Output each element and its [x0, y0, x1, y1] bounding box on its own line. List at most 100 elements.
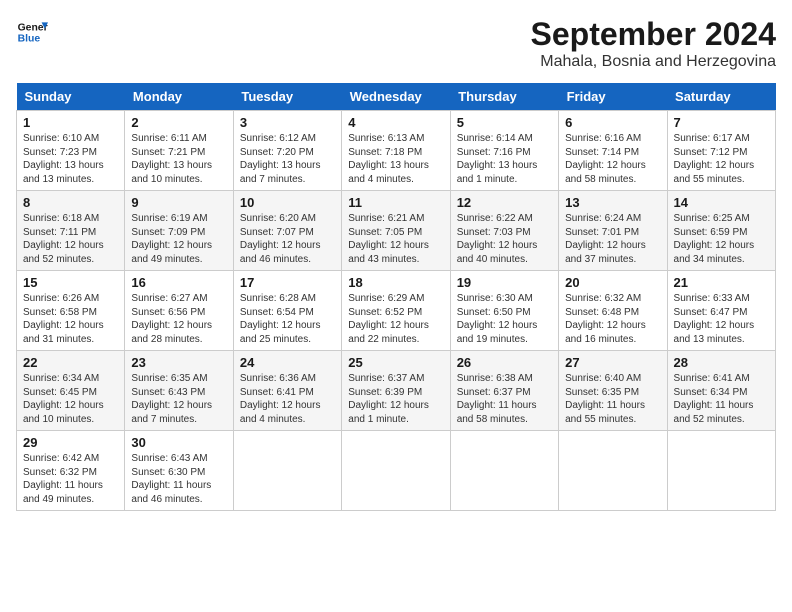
logo: General Blue	[16, 16, 48, 48]
calendar-day-cell: 6 Sunrise: 6:16 AMSunset: 7:14 PMDaylight…	[559, 111, 667, 191]
calendar-day-cell: 16Sunrise: 6:27 AMSunset: 6:56 PMDayligh…	[125, 271, 233, 351]
day-number: 6	[565, 115, 660, 130]
calendar-day-cell: 22 Sunrise: 6:34 AMSunset: 6:45 PMDayligh…	[17, 351, 125, 431]
day-info: Sunrise: 6:38 AMSunset: 6:37 PMDaylight:…	[457, 372, 552, 426]
day-info: Sunrise: 6:17 AMSunset: 7:12 PMDaylight:…	[674, 132, 769, 186]
calendar-day-cell: 17 Sunrise: 6:28 AMSunset: 6:54 PMDayligh…	[233, 271, 341, 351]
day-number: 9	[131, 195, 226, 210]
svg-text:Blue: Blue	[18, 34, 41, 45]
day-info: Sunrise: 6:19 AMSunset: 7:09 PMDaylight:…	[131, 212, 226, 266]
day-number: 11	[348, 195, 443, 210]
day-info: Sunrise: 6:24 AMSunset: 7:01 PMDaylight:…	[565, 212, 660, 266]
day-info: Sunrise: 6:16 AMSunset: 7:14 PMDaylight:…	[565, 132, 660, 186]
calendar-day-cell	[450, 431, 558, 511]
day-info: Sunrise: 6:29 AMSunset: 6:52 PMDaylight:…	[348, 292, 443, 346]
location-title: Mahala, Bosnia and Herzegovina	[531, 53, 776, 71]
day-info: Sunrise: 6:37 AMSunset: 6:39 PMDaylight:…	[348, 372, 443, 426]
calendar-header-cell: Thursday	[450, 83, 558, 111]
day-info: Sunrise: 6:30 AMSunset: 6:50 PMDaylight:…	[457, 292, 552, 346]
day-number: 26	[457, 355, 552, 370]
day-info: Sunrise: 6:40 AMSunset: 6:35 PMDaylight:…	[565, 372, 660, 426]
day-info: Sunrise: 6:42 AMSunset: 6:32 PMDaylight:…	[23, 452, 118, 506]
calendar-day-cell: 19 Sunrise: 6:30 AMSunset: 6:50 PMDayligh…	[450, 271, 558, 351]
calendar-day-cell: 21Sunrise: 6:33 AMSunset: 6:47 PMDayligh…	[667, 271, 775, 351]
calendar-header-cell: Tuesday	[233, 83, 341, 111]
day-info: Sunrise: 6:22 AMSunset: 7:03 PMDaylight:…	[457, 212, 552, 266]
day-number: 13	[565, 195, 660, 210]
calendar-day-cell: 13 Sunrise: 6:24 AMSunset: 7:01 PMDayligh…	[559, 191, 667, 271]
day-number: 10	[240, 195, 335, 210]
logo-icon: General Blue	[16, 16, 48, 48]
calendar-week-row: 29 Sunrise: 6:42 AMSunset: 6:32 PMDayligh…	[17, 431, 776, 511]
day-number: 30	[131, 435, 226, 450]
calendar-week-row: 22 Sunrise: 6:34 AMSunset: 6:45 PMDayligh…	[17, 351, 776, 431]
day-number: 23	[131, 355, 226, 370]
day-info: Sunrise: 6:20 AMSunset: 7:07 PMDaylight:…	[240, 212, 335, 266]
day-number: 5	[457, 115, 552, 130]
calendar-week-row: 8Sunrise: 6:18 AMSunset: 7:11 PMDaylight…	[17, 191, 776, 271]
day-number: 20	[565, 275, 660, 290]
day-number: 27	[565, 355, 660, 370]
day-info: Sunrise: 6:12 AMSunset: 7:20 PMDaylight:…	[240, 132, 335, 186]
calendar-day-cell: 14Sunrise: 6:25 AMSunset: 6:59 PMDayligh…	[667, 191, 775, 271]
calendar-day-cell: 2 Sunrise: 6:11 AMSunset: 7:21 PMDaylight…	[125, 111, 233, 191]
day-number: 7	[674, 115, 769, 130]
day-number: 19	[457, 275, 552, 290]
day-number: 8	[23, 195, 118, 210]
calendar-day-cell: 12 Sunrise: 6:22 AMSunset: 7:03 PMDayligh…	[450, 191, 558, 271]
page-header: General Blue September 2024 Mahala, Bosn…	[16, 16, 776, 71]
calendar-header-cell: Friday	[559, 83, 667, 111]
calendar-day-cell: 18 Sunrise: 6:29 AMSunset: 6:52 PMDayligh…	[342, 271, 450, 351]
calendar-day-cell: 8Sunrise: 6:18 AMSunset: 7:11 PMDaylight…	[17, 191, 125, 271]
day-info: Sunrise: 6:11 AMSunset: 7:21 PMDaylight:…	[131, 132, 226, 186]
calendar-header-cell: Monday	[125, 83, 233, 111]
day-number: 2	[131, 115, 226, 130]
calendar-table: SundayMondayTuesdayWednesdayThursdayFrid…	[16, 83, 776, 511]
calendar-day-cell: 10 Sunrise: 6:20 AMSunset: 7:07 PMDayligh…	[233, 191, 341, 271]
day-info: Sunrise: 6:21 AMSunset: 7:05 PMDaylight:…	[348, 212, 443, 266]
calendar-week-row: 1Sunrise: 6:10 AMSunset: 7:23 PMDaylight…	[17, 111, 776, 191]
month-title: September 2024	[531, 16, 776, 53]
day-number: 12	[457, 195, 552, 210]
calendar-day-cell: 4 Sunrise: 6:13 AMSunset: 7:18 PMDaylight…	[342, 111, 450, 191]
calendar-day-cell: 30 Sunrise: 6:43 AMSunset: 6:30 PMDayligh…	[125, 431, 233, 511]
calendar-day-cell	[342, 431, 450, 511]
day-info: Sunrise: 6:28 AMSunset: 6:54 PMDaylight:…	[240, 292, 335, 346]
day-number: 17	[240, 275, 335, 290]
calendar-day-cell: 11 Sunrise: 6:21 AMSunset: 7:05 PMDayligh…	[342, 191, 450, 271]
calendar-body: 1Sunrise: 6:10 AMSunset: 7:23 PMDaylight…	[17, 111, 776, 511]
calendar-day-cell: 28 Sunrise: 6:41 AMSunset: 6:34 PMDayligh…	[667, 351, 775, 431]
day-info: Sunrise: 6:26 AMSunset: 6:58 PMDaylight:…	[23, 292, 118, 346]
day-info: Sunrise: 6:34 AMSunset: 6:45 PMDaylight:…	[23, 372, 118, 426]
day-number: 18	[348, 275, 443, 290]
calendar-day-cell	[233, 431, 341, 511]
calendar-week-row: 15Sunrise: 6:26 AMSunset: 6:58 PMDayligh…	[17, 271, 776, 351]
day-info: Sunrise: 6:41 AMSunset: 6:34 PMDaylight:…	[674, 372, 769, 426]
day-info: Sunrise: 6:43 AMSunset: 6:30 PMDaylight:…	[131, 452, 226, 506]
day-info: Sunrise: 6:14 AMSunset: 7:16 PMDaylight:…	[457, 132, 552, 186]
day-info: Sunrise: 6:33 AMSunset: 6:47 PMDaylight:…	[674, 292, 769, 346]
calendar-day-cell: 1Sunrise: 6:10 AMSunset: 7:23 PMDaylight…	[17, 111, 125, 191]
calendar-header-cell: Saturday	[667, 83, 775, 111]
calendar-day-cell	[559, 431, 667, 511]
day-number: 24	[240, 355, 335, 370]
calendar-day-cell: 5 Sunrise: 6:14 AMSunset: 7:16 PMDaylight…	[450, 111, 558, 191]
day-info: Sunrise: 6:32 AMSunset: 6:48 PMDaylight:…	[565, 292, 660, 346]
calendar-day-cell: 23 Sunrise: 6:35 AMSunset: 6:43 PMDayligh…	[125, 351, 233, 431]
day-number: 14	[674, 195, 769, 210]
day-number: 22	[23, 355, 118, 370]
day-info: Sunrise: 6:35 AMSunset: 6:43 PMDaylight:…	[131, 372, 226, 426]
day-number: 4	[348, 115, 443, 130]
day-number: 28	[674, 355, 769, 370]
calendar-day-cell	[667, 431, 775, 511]
calendar-header-cell: Wednesday	[342, 83, 450, 111]
title-area: September 2024 Mahala, Bosnia and Herzeg…	[531, 16, 776, 71]
calendar-day-cell: 9 Sunrise: 6:19 AMSunset: 7:09 PMDaylight…	[125, 191, 233, 271]
calendar-day-cell: 20 Sunrise: 6:32 AMSunset: 6:48 PMDayligh…	[559, 271, 667, 351]
day-number: 29	[23, 435, 118, 450]
day-info: Sunrise: 6:13 AMSunset: 7:18 PMDaylight:…	[348, 132, 443, 186]
day-number: 1	[23, 115, 118, 130]
day-info: Sunrise: 6:27 AMSunset: 6:56 PMDaylight:…	[131, 292, 226, 346]
day-number: 25	[348, 355, 443, 370]
calendar-day-cell: 24Sunrise: 6:36 AMSunset: 6:41 PMDayligh…	[233, 351, 341, 431]
